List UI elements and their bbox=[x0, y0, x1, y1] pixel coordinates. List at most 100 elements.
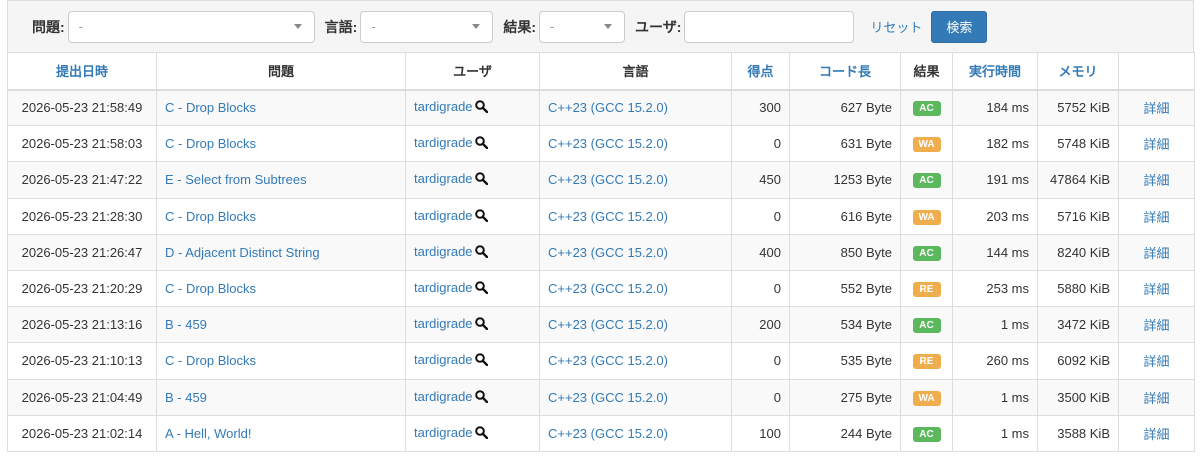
submission-date: 2026-05-23 21:20:29 bbox=[7, 269, 157, 308]
user-link[interactable]: tardigrade bbox=[414, 352, 473, 367]
language-filter-label: 言語: bbox=[324, 18, 358, 35]
submission-date: 2026-05-23 21:02:14 bbox=[7, 414, 157, 452]
language-link[interactable]: C++23 (GCC 15.2.0) bbox=[548, 209, 668, 224]
detail-link[interactable]: 詳細 bbox=[1143, 137, 1169, 152]
problem-link[interactable]: C - Drop Blocks bbox=[165, 281, 256, 296]
language-filter-select[interactable]: - bbox=[360, 10, 494, 43]
submissions-table: 提出日時 問題 ユーザ 言語 得点 コード長 結果 実行時間 メモリ 2026-… bbox=[7, 52, 1195, 452]
language-link[interactable]: C++23 (GCC 15.2.0) bbox=[548, 281, 668, 296]
language-link[interactable]: C++23 (GCC 15.2.0) bbox=[548, 426, 668, 441]
memory-cell: 6092 KiB bbox=[1037, 342, 1119, 380]
magnifier-icon[interactable] bbox=[474, 208, 488, 225]
detail-link[interactable]: 詳細 bbox=[1143, 354, 1169, 369]
detail-link[interactable]: 詳細 bbox=[1143, 427, 1169, 442]
user-link[interactable]: tardigrade bbox=[414, 171, 473, 186]
magnifier-icon[interactable] bbox=[474, 136, 488, 152]
user-link[interactable]: tardigrade bbox=[414, 316, 473, 331]
detail-link[interactable]: 詳細 bbox=[1143, 173, 1169, 188]
problem-link[interactable]: B - 459 bbox=[165, 317, 207, 332]
detail-link[interactable]: 詳細 bbox=[1143, 318, 1169, 333]
user-link[interactable]: tardigrade bbox=[414, 244, 473, 259]
table-row: 2026-05-23 21:28:30 C - Drop Blocks tardig… bbox=[7, 197, 1195, 235]
user-filter-input[interactable] bbox=[684, 10, 855, 43]
code-length-cell: 850 Byte bbox=[789, 233, 901, 271]
user-link[interactable]: tardigrade bbox=[414, 389, 473, 404]
chevron-down-icon bbox=[472, 24, 481, 29]
detail-link[interactable]: 詳細 bbox=[1143, 210, 1169, 225]
magnifier-icon[interactable] bbox=[474, 317, 488, 333]
problem-link[interactable]: E - Select from Subtrees bbox=[165, 172, 307, 187]
memory-cell: 3500 KiB bbox=[1037, 378, 1119, 416]
user-link[interactable]: tardigrade bbox=[414, 208, 473, 223]
status-badge: WA bbox=[912, 209, 941, 225]
detail-link[interactable]: 詳細 bbox=[1143, 101, 1169, 116]
result-filter-label: 結果: bbox=[503, 18, 537, 35]
score-cell: 0 bbox=[731, 125, 790, 163]
header-memory[interactable]: メモリ bbox=[1037, 52, 1119, 91]
table-row: 2026-05-23 21:04:49 B - 459 tardigrade C++2… bbox=[7, 378, 1195, 416]
memory-cell: 3588 KiB bbox=[1037, 414, 1119, 452]
detail-link[interactable]: 詳細 bbox=[1143, 282, 1169, 297]
language-link[interactable]: C++23 (GCC 15.2.0) bbox=[548, 317, 668, 332]
language-link[interactable]: C++23 (GCC 15.2.0) bbox=[548, 100, 668, 115]
language-link[interactable]: C++23 (GCC 15.2.0) bbox=[548, 136, 668, 151]
problem-link[interactable]: A - Hell, World! bbox=[165, 426, 251, 441]
exec-time-cell: 1 ms bbox=[952, 414, 1038, 452]
language-link[interactable]: C++23 (GCC 15.2.0) bbox=[548, 172, 668, 187]
table-row: 2026-05-23 21:20:29 C - Drop Blocks tardig… bbox=[7, 269, 1195, 308]
magnifier-icon[interactable] bbox=[474, 389, 488, 406]
result-filter-value: - bbox=[550, 19, 555, 34]
user-link[interactable]: tardigrade bbox=[414, 99, 473, 114]
magnifier-icon[interactable] bbox=[474, 245, 488, 261]
language-link[interactable]: C++23 (GCC 15.2.0) bbox=[548, 245, 668, 260]
header-code-length[interactable]: コード長 bbox=[789, 52, 901, 91]
magnifier-icon[interactable] bbox=[474, 425, 488, 442]
detail-link[interactable]: 詳細 bbox=[1143, 246, 1169, 261]
filter-bar: 問題: - 言語: - 結果: - ユーザ: リセット 検索 bbox=[7, 0, 1194, 52]
problem-filter-select[interactable]: - bbox=[67, 10, 315, 43]
code-length-cell: 616 Byte bbox=[789, 197, 901, 235]
problem-link[interactable]: C - Drop Blocks bbox=[165, 136, 256, 151]
exec-time-cell: 182 ms bbox=[952, 125, 1038, 163]
problem-link[interactable]: D - Adjacent Distinct String bbox=[165, 245, 320, 260]
memory-cell: 8240 KiB bbox=[1037, 233, 1119, 271]
table-row: 2026-05-23 21:58:49 C - Drop Blocks tardig… bbox=[7, 88, 1195, 127]
score-cell: 0 bbox=[731, 197, 790, 235]
language-filter-value: - bbox=[371, 19, 376, 34]
submission-date: 2026-05-23 21:47:22 bbox=[7, 161, 157, 199]
header-score[interactable]: 得点 bbox=[731, 52, 790, 91]
header-user: ユーザ bbox=[405, 52, 540, 91]
result-filter-select[interactable]: - bbox=[539, 10, 626, 43]
header-time[interactable]: 実行時間 bbox=[952, 52, 1038, 91]
reset-link[interactable]: リセット bbox=[870, 17, 922, 36]
magnifier-icon[interactable] bbox=[474, 353, 488, 369]
problem-link[interactable]: C - Drop Blocks bbox=[165, 353, 256, 368]
score-cell: 0 bbox=[731, 342, 790, 380]
code-length-cell: 552 Byte bbox=[789, 269, 901, 308]
problem-link[interactable]: B - 459 bbox=[165, 390, 207, 405]
search-button[interactable]: 検索 bbox=[931, 10, 988, 43]
exec-time-cell: 253 ms bbox=[952, 269, 1038, 308]
header-date[interactable]: 提出日時 bbox=[7, 52, 157, 91]
exec-time-cell: 260 ms bbox=[952, 342, 1038, 380]
exec-time-cell: 1 ms bbox=[952, 378, 1038, 416]
submission-date: 2026-05-23 21:26:47 bbox=[7, 233, 157, 271]
code-length-cell: 535 Byte bbox=[789, 342, 901, 380]
score-cell: 400 bbox=[731, 233, 790, 271]
problem-link[interactable]: C - Drop Blocks bbox=[165, 209, 256, 224]
problem-link[interactable]: C - Drop Blocks bbox=[165, 100, 256, 115]
submission-date: 2026-05-23 21:13:16 bbox=[7, 306, 157, 344]
magnifier-icon[interactable] bbox=[474, 100, 488, 116]
table-row: 2026-05-23 21:10:13 C - Drop Blocks tardig… bbox=[7, 342, 1195, 380]
magnifier-icon[interactable] bbox=[474, 172, 488, 188]
exec-time-cell: 184 ms bbox=[952, 88, 1038, 127]
user-link[interactable]: tardigrade bbox=[414, 280, 473, 295]
language-link[interactable]: C++23 (GCC 15.2.0) bbox=[548, 353, 668, 368]
exec-time-cell: 144 ms bbox=[952, 233, 1038, 271]
header-detail bbox=[1118, 52, 1195, 91]
user-link[interactable]: tardigrade bbox=[414, 425, 473, 440]
detail-link[interactable]: 詳細 bbox=[1143, 391, 1169, 406]
user-link[interactable]: tardigrade bbox=[414, 135, 473, 150]
language-link[interactable]: C++23 (GCC 15.2.0) bbox=[548, 390, 668, 405]
magnifier-icon[interactable] bbox=[474, 281, 488, 297]
